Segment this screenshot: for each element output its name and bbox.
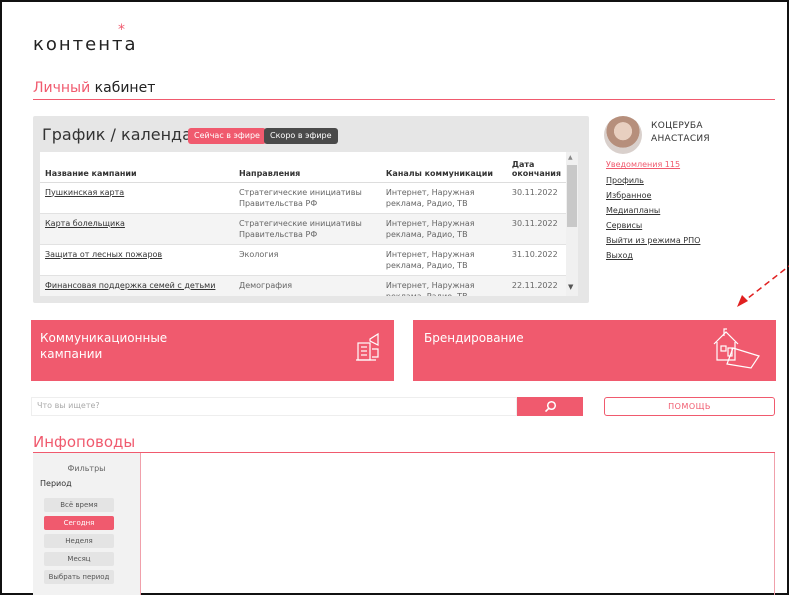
campaign-name-link[interactable]: Финансовая поддержка семей с детьми	[40, 275, 234, 296]
branding-tile[interactable]: Брендирование	[413, 320, 776, 381]
search-button[interactable]	[517, 397, 583, 416]
user-first-name: АНАСТАСИЯ	[651, 134, 710, 144]
campaign-table: Название кампании Направления Каналы ком…	[40, 152, 566, 296]
title-divider	[33, 99, 775, 100]
on-air-now-badge[interactable]: Сейчас в эфире	[188, 128, 266, 144]
campaign-channels: Интернет, Наружная реклама, Радио, ТВ	[380, 275, 507, 296]
column-header-name: Название кампании	[40, 152, 234, 183]
mediaplans-link[interactable]: Медиапланы	[606, 206, 660, 215]
exit-rpo-mode-link[interactable]: Выйти из режима РПО	[606, 236, 700, 245]
infopovody-title: Инфоповоды	[33, 433, 136, 451]
period-option-today[interactable]: Сегодня	[44, 516, 114, 530]
campaign-end-date: 30.11.2022	[506, 182, 566, 214]
asterisk-logo-icon: *	[118, 22, 125, 38]
campaign-channels: Интернет, Наружная реклама, Радио, ТВ	[380, 213, 507, 245]
user-surname: КОЦЕРУБА	[651, 121, 703, 131]
campaign-direction: Экология	[233, 244, 381, 276]
campaign-channels: Интернет, Наружная реклама, Радио, ТВ	[380, 182, 507, 214]
notifications-link[interactable]: Уведомления 115	[606, 160, 680, 169]
campaign-direction: Демография	[233, 275, 381, 296]
period-option-all-time[interactable]: Всё время	[44, 498, 114, 512]
campaign-end-date: 22.11.2022	[506, 275, 566, 296]
table-row: Защита от лесных пожаров Экология Интерн…	[40, 244, 566, 276]
period-option-custom[interactable]: Выбрать период	[44, 570, 114, 584]
house-branding-icon	[713, 328, 760, 369]
campaign-direction: Стратегические инициативы Правительства …	[233, 182, 381, 214]
campaign-name-link[interactable]: Карта болельщика	[40, 213, 234, 245]
period-option-month[interactable]: Месяц	[44, 552, 114, 566]
page-title-accent: Личный	[33, 80, 91, 96]
page-title: Личный кабинет	[33, 80, 155, 96]
campaign-direction: Стратегические инициативы Правительства …	[233, 213, 381, 245]
search-icon	[544, 400, 557, 413]
table-row: Финансовая поддержка семей с детьми Демо…	[40, 275, 566, 296]
filters-title: Фильтры	[67, 464, 106, 473]
table-row: Пушкинская карта Стратегические инициати…	[40, 182, 566, 214]
table-header-row: Название кампании Направления Каналы ком…	[40, 152, 566, 183]
communication-campaigns-label: Коммуникационные кампании	[40, 331, 168, 361]
campaign-end-date: 30.11.2022	[506, 213, 566, 245]
branding-label: Брендирование	[424, 331, 524, 345]
avatar[interactable]	[604, 116, 642, 154]
column-header-channels: Каналы коммуникации	[380, 152, 507, 183]
column-header-direction: Направления	[233, 152, 381, 183]
communication-campaigns-tile[interactable]: Коммуникационные кампании	[31, 320, 394, 381]
megaphone-building-icon	[356, 332, 379, 361]
scroll-up-icon[interactable]: ▲	[568, 154, 573, 161]
logout-link[interactable]: Выход	[606, 251, 633, 260]
help-button[interactable]: ПОМОЩЬ	[604, 397, 775, 416]
favorites-link[interactable]: Избранное	[606, 191, 651, 200]
user-name: КОЦЕРУБА АНАСТАСИЯ	[651, 120, 710, 146]
scroll-down-icon[interactable]: ▼	[568, 283, 573, 291]
table-row: Карта болельщика Стратегические инициати…	[40, 213, 566, 245]
campaign-end-date: 31.10.2022	[506, 244, 566, 276]
services-link[interactable]: Сервисы	[606, 221, 642, 230]
campaign-name-link[interactable]: Пушкинская карта	[40, 182, 234, 214]
period-option-week[interactable]: Неделя	[44, 534, 114, 548]
period-label: Период	[40, 479, 72, 488]
column-header-end-date: Дата окончания	[506, 152, 566, 183]
campaign-channels: Интернет, Наружная реклама, Радио, ТВ	[380, 244, 507, 276]
table-scroll-thumb[interactable]	[567, 165, 577, 227]
calendar-title: График / календарь	[42, 125, 212, 144]
annotation-arrow	[737, 265, 789, 307]
campaign-name-link[interactable]: Защита от лесных пожаров	[40, 244, 234, 276]
profile-link[interactable]: Профиль	[606, 176, 644, 185]
page-title-rest: кабинет	[94, 80, 156, 96]
infopovody-content-panel	[140, 453, 775, 595]
search-input[interactable]: Что вы ищете?	[31, 397, 517, 416]
coming-soon-badge[interactable]: Скоро в эфире	[264, 128, 338, 144]
